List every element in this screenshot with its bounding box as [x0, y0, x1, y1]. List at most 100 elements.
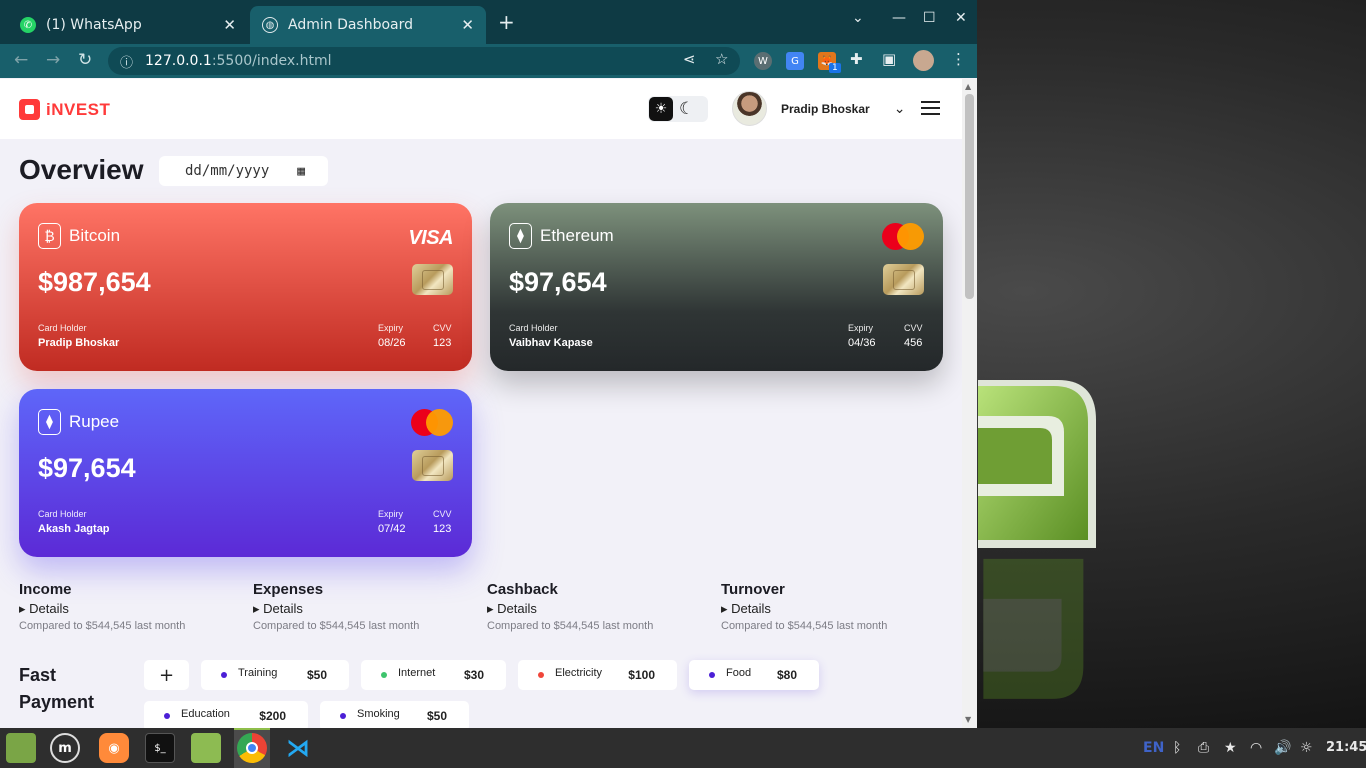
expiry-label: Expiry — [378, 509, 404, 519]
close-tab-icon[interactable]: ✕ — [223, 16, 236, 34]
payment-value: $50 — [426, 709, 447, 723]
invest-logo[interactable]: iNVEST — [19, 99, 110, 120]
minimize-button[interactable]: — — [892, 10, 906, 26]
add-payment-button[interactable]: + — [144, 660, 189, 690]
star-icon[interactable]: ★ — [1224, 740, 1237, 756]
avatar — [732, 91, 767, 126]
globe-icon: ◍ — [262, 17, 278, 33]
scroll-up-arrow-icon[interactable]: ▲ — [965, 82, 971, 91]
payment-chip-smoking[interactable]: Smoking $50 — [320, 701, 469, 728]
payment-chip-food[interactable]: Food $80 — [689, 660, 819, 690]
cvv-value: 123 — [433, 337, 452, 349]
payment-value: $50 — [306, 668, 327, 682]
card-chip-icon — [412, 264, 453, 295]
url-path: :5500/index.html — [211, 53, 332, 69]
translate-extension-icon[interactable]: G — [786, 52, 804, 70]
clock[interactable]: 21:45 — [1326, 740, 1366, 755]
payment-dot — [164, 713, 170, 719]
expiry-label: Expiry — [378, 323, 404, 333]
tab-whatsapp[interactable]: ✆ (1) WhatsApp ✕ — [8, 6, 248, 44]
sun-icon[interactable]: ☀ — [649, 97, 673, 121]
ethereum-card[interactable]: ⧫ Ethereum $97,654 Card Holder Vaibhav K… — [490, 203, 943, 371]
printer-icon[interactable]: ⎙ — [1198, 740, 1209, 756]
hamburger-menu-icon[interactable] — [921, 101, 940, 119]
card-amount: $987,654 — [38, 267, 151, 297]
bookmark-star-icon[interactable]: ☆ — [715, 50, 728, 68]
chrome-icon[interactable] — [237, 733, 267, 763]
payment-chip-education[interactable]: Education $200 — [144, 701, 308, 728]
back-button[interactable]: ← — [14, 50, 28, 70]
cvv-label: CVV — [904, 323, 923, 333]
ethereum-icon: ⧫ — [38, 409, 61, 435]
date-input[interactable]: dd/mm/yyyy ▦ — [159, 156, 328, 186]
details-toggle[interactable]: ▸ Details — [721, 601, 941, 617]
show-desktop-icon[interactable] — [6, 733, 36, 763]
payment-chip-electricity[interactable]: Electricity $100 — [518, 660, 677, 690]
close-tab-icon[interactable]: ✕ — [461, 16, 474, 34]
profile-avatar-icon[interactable] — [913, 50, 934, 71]
payment-label: Education — [181, 708, 230, 720]
expiry-value: 08/26 — [378, 337, 406, 349]
new-tab-button[interactable]: + — [498, 10, 515, 34]
details-toggle[interactable]: ▸ Details — [19, 601, 239, 617]
info-icon[interactable]: ⓘ — [120, 52, 133, 71]
wifi-icon[interactable]: ◠ — [1250, 740, 1262, 756]
keyboard-layout[interactable]: EN — [1143, 740, 1164, 756]
mint-menu-icon[interactable]: m — [50, 733, 80, 763]
scroll-down-arrow-icon[interactable]: ▼ — [965, 715, 971, 724]
url-input[interactable]: ⓘ 127.0.0.1:5500/index.html — [108, 47, 740, 75]
stat-title: Expenses — [253, 581, 324, 598]
scrollbar-thumb[interactable] — [965, 94, 974, 299]
user-profile[interactable]: Pradip Bhoskar ⌄ — [732, 91, 905, 126]
payment-chip-training[interactable]: Training $50 — [201, 660, 349, 690]
more-menu-icon[interactable]: ⋮ — [951, 50, 966, 68]
details-toggle[interactable]: ▸ Details — [487, 601, 707, 617]
share-icon[interactable]: ⋖ — [683, 50, 696, 68]
extension-badge: 1 — [829, 63, 841, 73]
details-toggle[interactable]: ▸ Details — [253, 601, 473, 617]
page-scrollbar[interactable]: ▲ ▼ — [962, 79, 977, 728]
calendar-icon[interactable]: ▦ — [297, 164, 305, 179]
payment-label: Internet — [398, 667, 436, 679]
payment-value: $30 — [463, 668, 484, 682]
moon-icon[interactable]: ☾ — [679, 99, 694, 119]
tab-admin-dashboard[interactable]: ◍ Admin Dashboard ✕ — [250, 6, 486, 44]
files-icon[interactable] — [191, 733, 221, 763]
card-name: Rupee — [69, 412, 120, 431]
volume-icon[interactable]: 🔊 — [1274, 740, 1291, 756]
payment-chip-internet[interactable]: Internet $30 — [361, 660, 506, 690]
payment-label: Electricity — [555, 667, 603, 679]
visa-logo: VISA — [408, 227, 453, 249]
bluetooth-icon[interactable]: ᛒ — [1173, 740, 1181, 756]
income-stat: Income ▸ Details Compared to $544,545 la… — [19, 581, 239, 632]
side-panel-icon[interactable]: ▣ — [882, 50, 896, 68]
close-window-button[interactable]: ✕ — [955, 10, 967, 26]
card-amount: $97,654 — [509, 267, 607, 297]
chevron-down-icon[interactable]: ⌄ — [894, 101, 906, 117]
maximize-button[interactable]: ☐ — [923, 10, 936, 26]
wordpress-extension-icon[interactable]: W — [754, 52, 772, 70]
logo-mark-icon — [19, 99, 40, 120]
vscode-icon[interactable]: ⋊ — [283, 733, 313, 763]
brightness-icon[interactable]: ☼ — [1300, 740, 1313, 756]
firefox-icon[interactable]: ◉ — [99, 733, 129, 763]
card-holder-label: Card Holder — [509, 323, 558, 333]
forward-button[interactable]: → — [46, 50, 60, 70]
date-placeholder: dd/mm/yyyy — [185, 163, 270, 179]
payment-dot — [340, 713, 346, 719]
stat-comparison: Compared to $544,545 last month — [253, 620, 420, 632]
terminal-icon[interactable]: $_ — [145, 733, 175, 763]
reload-button[interactable]: ↻ — [78, 50, 92, 70]
ethereum-icon: ⧫ — [509, 223, 532, 249]
rupee-card[interactable]: ⧫ Rupee $97,654 Card Holder Akash Jagtap… — [19, 389, 472, 557]
bitcoin-card[interactable]: ₿ Bitcoin VISA $987,654 Card Holder Prad… — [19, 203, 472, 371]
tab-search-icon[interactable]: ⌄ — [852, 10, 864, 26]
page-title: Overview — [19, 154, 144, 185]
extensions-puzzle-icon[interactable]: ✚ — [850, 50, 863, 68]
stat-comparison: Compared to $544,545 last month — [19, 620, 186, 632]
theme-toggle[interactable]: ☀ ☾ — [648, 96, 708, 122]
card-chip-icon — [883, 264, 924, 295]
linux-mint-logo — [978, 380, 1096, 548]
cvv-label: CVV — [433, 509, 452, 519]
mastercard-logo — [411, 409, 453, 436]
